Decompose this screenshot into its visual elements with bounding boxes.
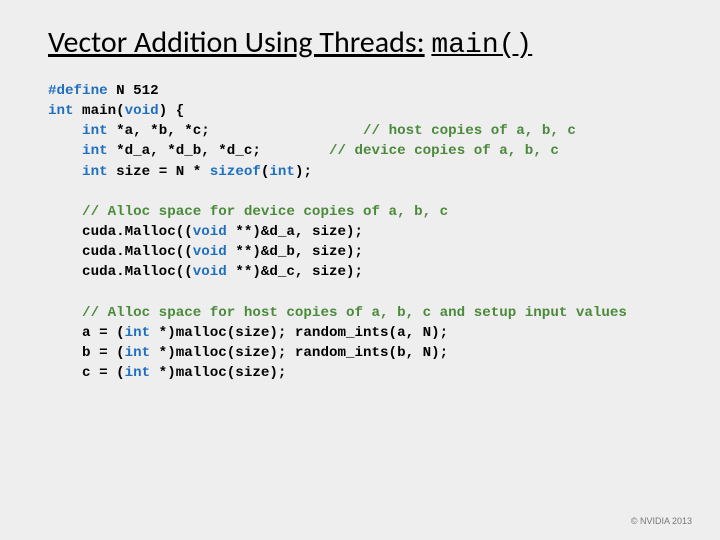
kw-int: int bbox=[48, 103, 74, 119]
code-text: size = N * bbox=[108, 164, 210, 180]
kw-void: void bbox=[193, 244, 227, 260]
kw-int: int bbox=[48, 164, 108, 180]
code-text: cuda.Malloc(( bbox=[48, 264, 193, 280]
code-text: c = ( bbox=[48, 365, 125, 381]
code-text: **)&d_a, size); bbox=[227, 224, 363, 240]
code-text: **)&d_c, size); bbox=[227, 264, 363, 280]
comment: // host copies of a, b, c bbox=[363, 123, 576, 139]
code-text: *)malloc(size); bbox=[150, 365, 286, 381]
code-text: b = ( bbox=[48, 345, 125, 361]
code-text: *)malloc(size); random_ints(b, N); bbox=[150, 345, 448, 361]
kw-int: int bbox=[48, 123, 108, 139]
comment: // Alloc space for device copies of a, b… bbox=[48, 204, 448, 220]
title-code: main() bbox=[431, 30, 532, 61]
kw-void: void bbox=[125, 103, 159, 119]
code-text: *a, *b, *c; bbox=[108, 123, 363, 139]
slide: Vector Addition Using Threads: main() #d… bbox=[0, 0, 720, 540]
kw-sizeof: sizeof bbox=[210, 164, 261, 180]
title-text: Vector Addition Using Threads: bbox=[48, 24, 425, 61]
code-text: *)malloc(size); random_ints(a, N); bbox=[150, 325, 448, 341]
kw-int: int bbox=[125, 325, 151, 341]
code-text: ) { bbox=[159, 103, 185, 119]
kw-int: int bbox=[48, 143, 108, 159]
code-text: *d_a, *d_b, *d_c; bbox=[108, 143, 329, 159]
slide-title: Vector Addition Using Threads: main() bbox=[48, 24, 680, 61]
kw-int: int bbox=[269, 164, 295, 180]
code-text: cuda.Malloc(( bbox=[48, 224, 193, 240]
kw-void: void bbox=[193, 224, 227, 240]
kw-int: int bbox=[125, 365, 151, 381]
code-text: a = ( bbox=[48, 325, 125, 341]
kw-void: void bbox=[193, 264, 227, 280]
code-text: main( bbox=[74, 103, 125, 119]
copyright: © NVIDIA 2013 bbox=[631, 516, 692, 526]
kw-define: #define bbox=[48, 83, 108, 99]
code-text: N 512 bbox=[108, 83, 159, 99]
code-text: cuda.Malloc(( bbox=[48, 244, 193, 260]
kw-int: int bbox=[125, 345, 151, 361]
comment: // Alloc space for host copies of a, b, … bbox=[48, 305, 627, 321]
code-block: #define N 512 int main(void) { int *a, *… bbox=[48, 81, 680, 383]
comment: // device copies of a, b, c bbox=[329, 143, 559, 159]
code-text: **)&d_b, size); bbox=[227, 244, 363, 260]
code-text: ); bbox=[295, 164, 312, 180]
